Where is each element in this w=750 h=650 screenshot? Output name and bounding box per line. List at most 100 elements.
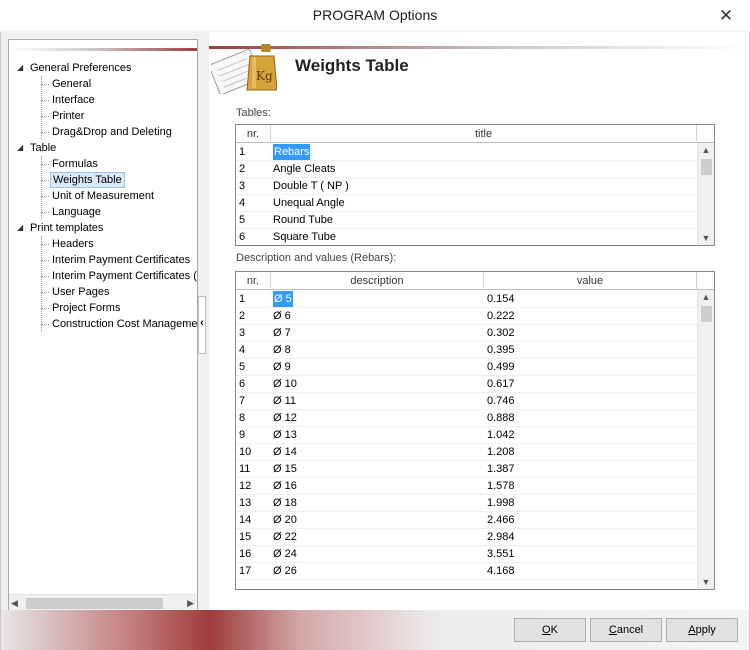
apply-label: pply [695, 624, 716, 636]
tree-item[interactable]: General [9, 76, 197, 92]
options-tree: ◢ General Preferences General Interface Prin… [9, 60, 197, 332]
table-row[interactable]: 17 Ø 26 4.168 [236, 563, 698, 580]
grid-header: nr. description value [236, 272, 714, 290]
scrollbar-thumb[interactable] [701, 306, 712, 322]
row-number: 8 [239, 412, 246, 424]
table-row[interactable]: 13 Ø 18 1.998 [236, 495, 698, 512]
tree-item[interactable]: Headers [9, 236, 197, 252]
apply-button[interactable]: Apply [666, 618, 738, 642]
table-row[interactable]: 2 Ø 6 0.222 [236, 308, 698, 325]
table-row[interactable]: 10 Ø 14 1.208 [236, 444, 698, 461]
tree-item[interactable]: Language [9, 204, 197, 220]
column-header-nr[interactable]: nr. [236, 272, 271, 290]
tables-grid[interactable]: nr. title ▲ ▼ 1 Rebars 2 Angle Cleats 3 Doubl… [235, 124, 715, 246]
table-row[interactable]: 9 Ø 13 1.042 [236, 427, 698, 444]
scroll-right-icon[interactable]: ▶ [187, 598, 194, 609]
row-number: 5 [239, 361, 246, 373]
ok-button[interactable]: OK [514, 618, 586, 642]
tree-connector [41, 212, 49, 213]
row-number: 3 [239, 327, 246, 339]
scroll-down-icon[interactable]: ▼ [698, 233, 714, 243]
row-value: 0.222 [487, 310, 515, 322]
values-vertical-scrollbar[interactable]: ▲ ▼ [697, 290, 714, 589]
tree-item[interactable]: Interface [9, 92, 197, 108]
row-number: 3 [239, 180, 246, 192]
table-row[interactable]: 6 Ø 10 0.617 [236, 376, 698, 393]
tree-item[interactable]: ◢ General Preferences [9, 60, 197, 76]
row-number: 6 [239, 378, 246, 390]
scrollbar-thumb[interactable] [26, 598, 163, 609]
column-header-value[interactable]: value [484, 272, 697, 290]
table-row[interactable]: 15 Ø 22 2.984 [236, 529, 698, 546]
row-value: 2.984 [487, 531, 515, 543]
row-description: Ø 5 [273, 291, 293, 307]
table-row[interactable]: 4 Unequal Angle [236, 195, 698, 212]
expand-icon[interactable]: ◢ [17, 64, 23, 72]
expand-icon[interactable]: ◢ [17, 144, 23, 152]
table-row[interactable]: 14 Ø 20 2.466 [236, 512, 698, 529]
table-row[interactable]: 8 Ø 12 0.888 [236, 410, 698, 427]
row-number: 7 [239, 395, 246, 407]
close-icon[interactable]: ✕ [714, 5, 738, 27]
tree-connector [41, 84, 49, 85]
tree-item[interactable]: ◢ Table [9, 140, 197, 156]
row-value: 4.168 [487, 565, 515, 577]
row-value: 0.746 [487, 395, 515, 407]
grid-header: nr. title [236, 125, 714, 143]
table-row[interactable]: 5 Ø 9 0.499 [236, 359, 698, 376]
column-header-nr[interactable]: nr. [236, 125, 271, 143]
tree-item[interactable]: Printer [9, 108, 197, 124]
tree-item[interactable]: Formulas [9, 156, 197, 172]
tree-item[interactable]: Interim Payment Certificates (B [9, 268, 197, 284]
tree-item[interactable]: Weights Table [9, 172, 197, 188]
row-value: 1.998 [487, 497, 515, 509]
row-number: 6 [239, 231, 246, 243]
tree-item[interactable]: Interim Payment Certificates [9, 252, 197, 268]
tree-connector [41, 276, 49, 277]
table-row[interactable]: 7 Ø 11 0.746 [236, 393, 698, 410]
table-row[interactable]: 3 Double T ( NP ) [236, 178, 698, 195]
panel-splitter[interactable]: ‹ [198, 296, 206, 354]
scroll-left-icon[interactable]: ◀ [11, 598, 18, 609]
table-row[interactable]: 1 Rebars [236, 144, 698, 161]
tree-item-label: Table [30, 142, 57, 154]
expand-icon[interactable]: ◢ [17, 224, 23, 232]
row-number: 17 [239, 565, 252, 577]
row-description: Ø 6 [273, 310, 291, 322]
chevron-left-icon[interactable]: ‹ [199, 316, 205, 330]
scroll-down-icon[interactable]: ▼ [698, 577, 714, 587]
tree-item[interactable]: ◢ Print templates [9, 220, 197, 236]
tree-item[interactable]: Unit of Measurement [9, 188, 197, 204]
table-row[interactable]: 4 Ø 8 0.395 [236, 342, 698, 359]
tree-item[interactable]: User Pages [9, 284, 197, 300]
table-row[interactable]: 6 Square Tube [236, 229, 698, 245]
table-row[interactable]: 16 Ø 24 3.551 [236, 546, 698, 563]
row-description: Ø 11 [273, 395, 297, 407]
table-row[interactable]: 12 Ø 16 1.578 [236, 478, 698, 495]
window-body: ◢ General Preferences General Interface Prin… [0, 32, 750, 650]
row-description: Ø 7 [273, 327, 291, 339]
column-header-description[interactable]: description [271, 272, 484, 290]
tree-item-label: Interface [52, 94, 95, 106]
row-number: 1 [239, 293, 246, 305]
values-grid[interactable]: nr. description value ▲ ▼ 1 Ø 5 0.154 2 Ø 6 0… [235, 271, 715, 590]
scroll-up-icon[interactable]: ▲ [698, 145, 714, 155]
tree-item[interactable]: Drag&Drop and Deleting [9, 124, 197, 140]
tree-connector [41, 244, 49, 245]
scrollbar-thumb[interactable] [701, 159, 712, 175]
table-row[interactable]: 11 Ø 15 1.387 [236, 461, 698, 478]
tree-connector [41, 324, 49, 325]
row-number: 12 [239, 480, 252, 492]
table-row[interactable]: 5 Round Tube [236, 212, 698, 229]
tree-connector [41, 180, 49, 181]
row-description: Ø 8 [273, 344, 291, 356]
table-row[interactable]: 3 Ø 7 0.302 [236, 325, 698, 342]
tables-vertical-scrollbar[interactable]: ▲ ▼ [697, 143, 714, 245]
table-row[interactable]: 2 Angle Cleats [236, 161, 698, 178]
scroll-up-icon[interactable]: ▲ [698, 292, 714, 302]
tree-item[interactable]: Project Forms [9, 300, 197, 316]
table-row[interactable]: 1 Ø 5 0.154 [236, 291, 698, 308]
tree-item[interactable]: Construction Cost Managemen [9, 316, 197, 332]
cancel-button[interactable]: Cancel [590, 618, 662, 642]
column-header-title[interactable]: title [271, 125, 697, 143]
